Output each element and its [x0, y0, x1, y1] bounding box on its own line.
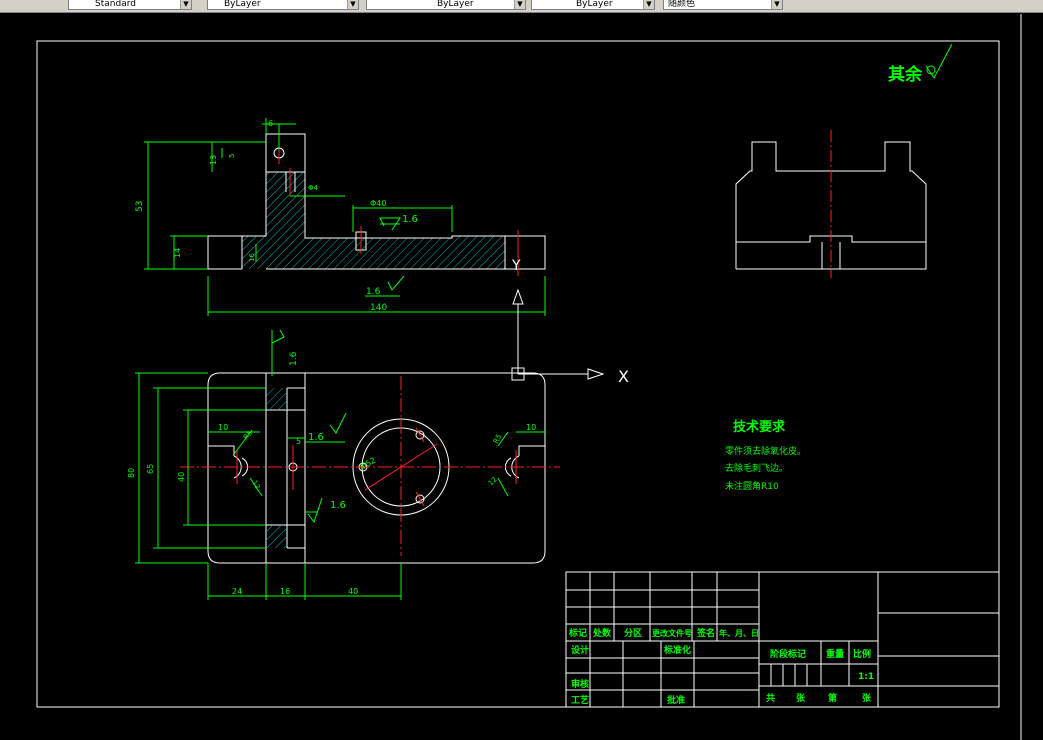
tb-header-change-doc: 更改文件号	[652, 628, 692, 638]
dim-phi4: Φ4	[308, 184, 319, 192]
dim-r5-left: R5	[242, 429, 254, 441]
tb-scale-value: 1:1	[858, 672, 874, 682]
dim-13: 13	[209, 155, 218, 165]
tb-header-zone: 分区	[624, 627, 642, 639]
dim-16: 16	[248, 253, 256, 262]
tb-header-count: 处数	[592, 627, 612, 639]
dim-16-top: 16	[280, 587, 290, 596]
dim-5-top: 5	[296, 437, 301, 446]
dim-140: 140	[370, 303, 387, 313]
tb-scale: 比例	[853, 648, 871, 660]
ucs-icon	[511, 288, 605, 381]
ucs-y-label: Y	[511, 258, 521, 274]
dim-phi40: Φ40	[370, 199, 386, 208]
roughness-1-6c: 1.6	[308, 432, 324, 443]
tb-header-mark: 标记	[568, 627, 587, 639]
roughness-1-6a: 1.6	[402, 214, 418, 225]
tb-header-sign: 签名	[696, 627, 715, 639]
tb-page: 第	[828, 692, 837, 704]
tech-line-1: 零件须去除氧化皮。	[725, 445, 806, 457]
dim-5: 5	[228, 154, 236, 158]
dim-r5-right: R5	[492, 433, 504, 445]
roughness-note: 其余	[888, 64, 923, 85]
tech-line-3: 未注圆角R10	[725, 480, 779, 492]
tb-review: 审核	[571, 678, 589, 690]
roughness-1-6e: 1.6	[289, 351, 299, 366]
dim-phi52: Φ52	[359, 456, 378, 472]
tb-sheets: 张	[796, 692, 806, 704]
roughness-1-6b: 1.6	[366, 287, 381, 297]
tb-standardization: 标准化	[663, 644, 691, 656]
top-view[interactable]: 80 65 40 10 10 5 1.6 1.6 1.6 24 16 40 Φ5…	[127, 329, 560, 600]
tb-design: 设计	[571, 644, 589, 656]
tech-line-2: 去除毛刺飞边。	[725, 462, 788, 474]
dim-80: 80	[127, 468, 136, 478]
title-block[interactable]	[565, 571, 1000, 708]
dim-6: 6	[268, 119, 273, 128]
dim-53: 53	[135, 201, 145, 212]
tb-sheet2: 张	[862, 692, 872, 704]
front-section-view[interactable]: 6 13 5 53 14 16 Φ4 Φ40 1.6 1.6 140	[135, 118, 546, 316]
dim-40: 40	[177, 472, 186, 482]
tb-process: 工艺	[571, 694, 589, 706]
tb-header-date: 年、月、日	[719, 628, 759, 638]
drawing-canvas[interactable]: 6 13 5 53 14 16 Φ4 Φ40 1.6 1.6 140 80 65…	[0, 0, 1043, 740]
tb-weight: 重量	[826, 648, 844, 660]
ucs-x-label: X	[618, 367, 629, 386]
dim-10-left: 10	[218, 423, 228, 432]
roughness-symbol-icon	[925, 43, 953, 79]
dim-24: 24	[232, 587, 242, 596]
tb-stage-mark: 阶段标记	[770, 648, 806, 660]
tech-requirements-title: 技术要求	[733, 419, 786, 435]
dim-40-bottom: 40	[348, 587, 358, 596]
tb-total: 共	[766, 692, 775, 704]
dim-12-right: 12	[487, 475, 499, 487]
side-view[interactable]	[735, 130, 927, 278]
dim-10-right: 10	[526, 423, 536, 432]
dim-14: 14	[173, 248, 182, 258]
tb-approve: 批准	[667, 694, 685, 706]
dim-65: 65	[146, 464, 155, 474]
roughness-1-6d: 1.6	[330, 500, 346, 511]
